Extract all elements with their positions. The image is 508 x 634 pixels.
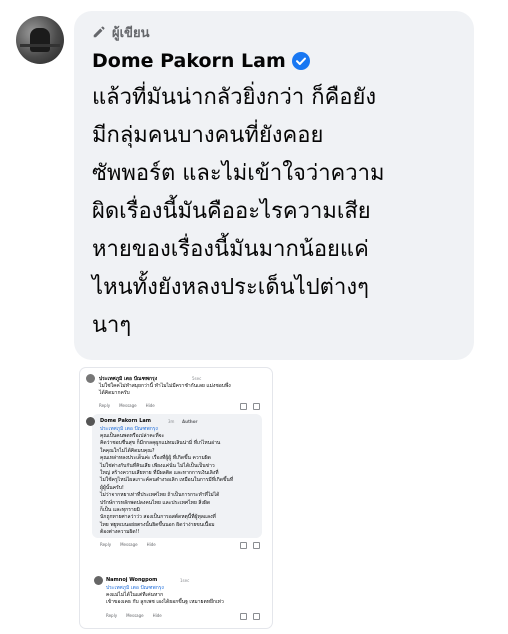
- comment-author: Dome Pakorn Lam: [92, 47, 462, 75]
- mini-like-icon: [240, 613, 247, 620]
- author-badge: ผู้เขียน: [92, 21, 462, 43]
- mini-comment-name: ประเทศภูมิ เตอ ปัณฑพกรุง: [99, 376, 158, 382]
- avatar-figure: [30, 28, 50, 52]
- attached-screenshot[interactable]: ประเทศภูมิ เตอ ปัณฑพกรุง 5sec ไม่ใช่ใคคไ…: [80, 368, 272, 628]
- mini-reaction-icons: [240, 403, 260, 410]
- mini-comment-actions: Reply Message Hide: [106, 613, 162, 618]
- mini-comment-name: Dome Pakorn Lam: [100, 418, 151, 424]
- pencil-icon: [93, 26, 105, 38]
- author-badge-label: ผู้เขียน: [112, 25, 150, 41]
- comment-bubble: ผู้เขียน Dome Pakorn Lam แล้วที่มันน่ากล…: [74, 11, 474, 360]
- mini-message-action: Message: [119, 403, 137, 408]
- mini-comment-text: ไม่ใช่ใคคไม่ทำสมุยกว่านี้ ทำไมไม่มีคราชำ…: [99, 383, 231, 397]
- mini-comment-text: คงแม่ไม่ได้ในแต่ทีเค่นหาก เข้าของเคธ กับ…: [106, 592, 224, 606]
- mini-hide-action: Hide: [152, 613, 162, 618]
- mini-comment-actions: Reply Message Hide: [100, 542, 156, 547]
- mini-reaction-icons: [240, 542, 260, 549]
- mini-comment-time: 1sec: [180, 578, 190, 583]
- mini-like-icon: [240, 403, 247, 410]
- comment-text: แล้วที่มันน่ากลัวยิ่งกว่า ก็คือยัง มีกลุ…: [92, 85, 385, 338]
- author-name-link[interactable]: Dome Pakorn Lam: [92, 50, 286, 72]
- mini-dislike-icon: [253, 542, 260, 549]
- mini-reaction-icons: [240, 613, 260, 620]
- mini-avatar: [94, 576, 103, 585]
- mini-avatar: [86, 417, 95, 426]
- mini-message-action: Message: [120, 542, 138, 547]
- mini-comment-text: คุณเป็นคนพดหรือเปล่าคะที่จะ คิดว่าชอบชื่…: [100, 433, 234, 536]
- mini-comment-time: 5sec: [192, 376, 202, 381]
- mini-reply-action: Reply: [100, 542, 112, 547]
- mini-comment-time: 3m: [168, 419, 175, 424]
- mini-dislike-icon: [253, 613, 260, 620]
- mini-comment-actions: Reply Message Hide: [99, 403, 155, 408]
- avatar-railing: [20, 44, 60, 47]
- mini-dislike-icon: [253, 403, 260, 410]
- mini-reply-action: Reply: [99, 403, 111, 408]
- mini-message-action: Message: [126, 613, 144, 618]
- mini-hide-action: Hide: [145, 403, 155, 408]
- verified-badge-icon: [291, 52, 310, 70]
- mini-comment-name: Namnoj Wongpom: [106, 577, 158, 583]
- commenter-avatar[interactable]: [16, 16, 64, 64]
- mini-author-badge: Author: [182, 419, 198, 424]
- mini-hide-action: Hide: [146, 542, 156, 547]
- mini-avatar: [86, 374, 95, 383]
- mini-like-icon: [240, 542, 247, 549]
- mini-reply-action: Reply: [106, 613, 118, 618]
